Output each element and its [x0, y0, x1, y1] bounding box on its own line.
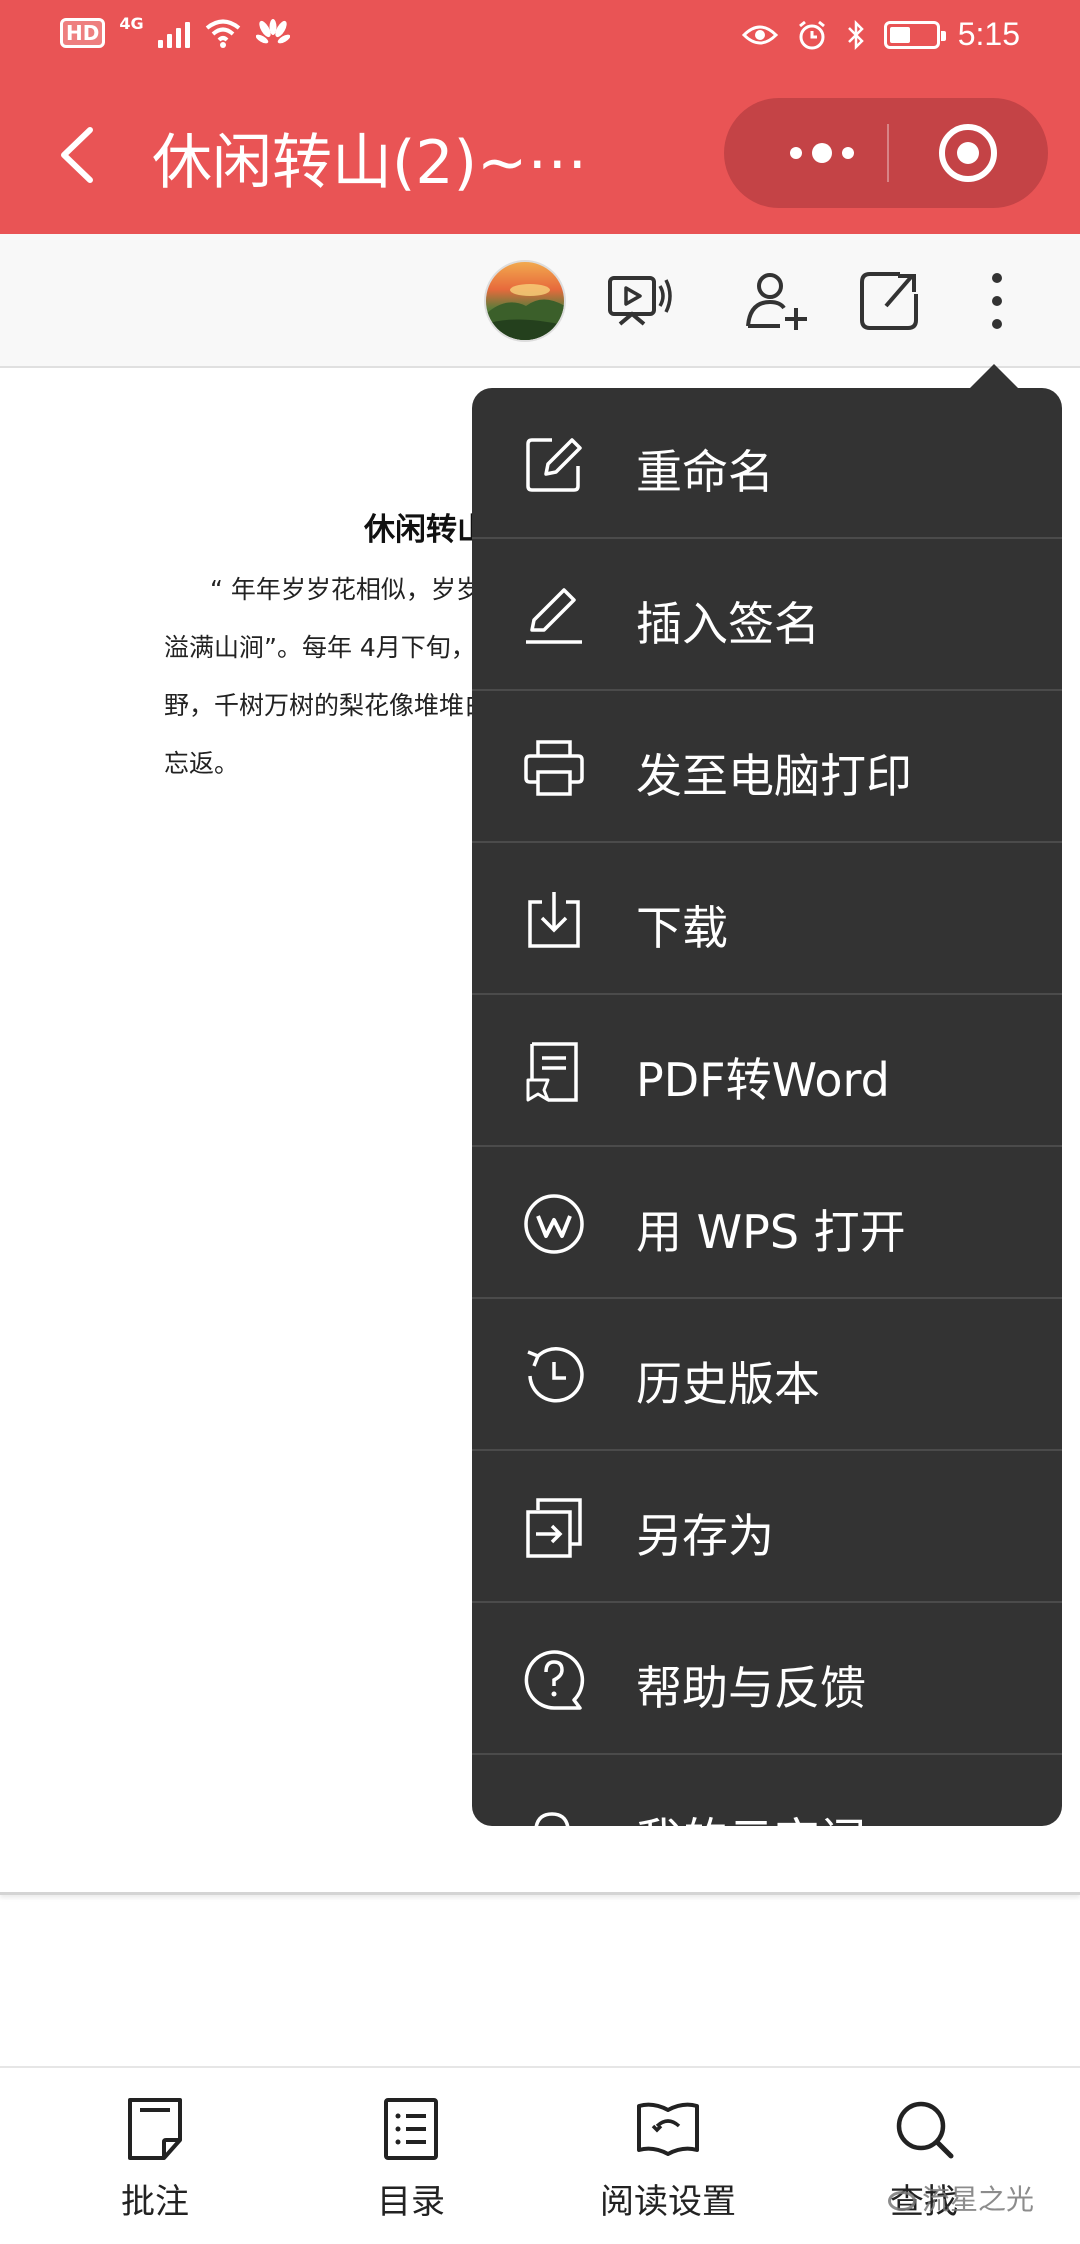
more-options-menu: 重命名 插入签名 发至电脑打印 下载 PDF转Word 用 WPS 打开 历史版…: [472, 388, 1062, 1826]
help-icon: [524, 1650, 585, 1710]
status-bar: HD 4G 5:15: [0, 0, 1080, 74]
pen-icon: [526, 588, 582, 644]
menu-caret: [968, 364, 1020, 390]
menu-item-label: 下载: [636, 901, 728, 955]
menu-item-pdf-to-word[interactable]: PDF转Word: [472, 996, 1062, 1147]
menu-item-help[interactable]: 帮助与反馈: [472, 1604, 1062, 1755]
document-line: 野，千树万树的梨花像堆堆白: [164, 691, 490, 720]
back-arrow-icon[interactable]: [50, 120, 110, 190]
document-toolbar: [0, 234, 1080, 368]
add-user-icon[interactable]: [744, 268, 810, 334]
tab-label: 阅读设置: [600, 2182, 736, 2222]
screen-cast-icon[interactable]: [606, 268, 672, 334]
menu-item-download[interactable]: 下载: [472, 844, 1062, 995]
annotation-icon: [128, 2098, 182, 2160]
menu-item-label: 另存为: [636, 1509, 774, 1563]
document-line: “ 年年岁岁花相似，岁岁: [210, 575, 481, 604]
menu-item-insert-signature[interactable]: 插入签名: [472, 540, 1062, 691]
page-title: 休闲转山(2)~⋯: [152, 128, 588, 198]
capsule-divider: [887, 124, 889, 182]
menu-item-label: 我的云空间: [636, 1804, 866, 1826]
menu-item-print[interactable]: 发至电脑打印: [472, 692, 1062, 843]
alarm-icon: [798, 20, 825, 49]
menu-item-save-as[interactable]: 另存为: [472, 1452, 1062, 1603]
history-icon: [527, 1347, 584, 1403]
tab-label: 批注: [121, 2182, 189, 2222]
huawei-logo-icon: [255, 19, 290, 44]
eye-icon: [741, 25, 778, 44]
search-icon: [896, 2101, 954, 2159]
watermark: 流星之光: [888, 2178, 1034, 2218]
printer-icon: [524, 740, 584, 796]
app-header: HD 4G 5:15 休闲转山(2)~⋯: [0, 0, 1080, 234]
wps-icon: [524, 1194, 584, 1254]
menu-item-label: PDF转Word: [636, 1053, 890, 1107]
close-target-icon[interactable]: [938, 123, 998, 183]
status-time: 5:15: [957, 16, 1020, 52]
network-type: 4G: [119, 13, 144, 33]
menu-item-label: 历史版本: [636, 1357, 820, 1411]
document-line: 忘返。: [164, 749, 240, 778]
document-line: 溢满山涧”。每年 4月下旬，: [164, 633, 476, 662]
menu-item-open-wps[interactable]: 用 WPS 打开: [472, 1148, 1062, 1299]
tab-reading-settings[interactable]: 阅读设置: [568, 2096, 768, 2223]
share-icon[interactable]: [856, 268, 922, 334]
hd-badge: HD: [60, 18, 106, 48]
tab-catalog[interactable]: 目录: [311, 2096, 511, 2223]
menu-item-label: 重命名: [636, 445, 774, 499]
bluetooth-icon: [847, 19, 864, 50]
reading-settings-icon: [637, 2102, 699, 2156]
edit-icon: [526, 438, 582, 492]
tab-annotation[interactable]: 批注: [55, 2096, 255, 2223]
title-bar: 休闲转山(2)~⋯: [0, 80, 1080, 234]
tab-label: 目录: [377, 2182, 445, 2222]
menu-item-history[interactable]: 历史版本: [472, 1300, 1062, 1451]
menu-item-cloud-space[interactable]: 我的云空间: [472, 1756, 1062, 1826]
pdf-to-word-icon: [526, 1042, 578, 1102]
save-as-icon: [526, 1498, 582, 1558]
menu-item-rename[interactable]: 重命名: [472, 388, 1062, 539]
wifi-icon: [205, 19, 240, 48]
signal-icon: [157, 18, 190, 48]
menu-item-label: 发至电脑打印: [636, 749, 912, 803]
cloud-icon: [534, 1812, 570, 1826]
battery-icon: [883, 20, 946, 49]
menu-item-label: 插入签名: [636, 597, 820, 651]
document-title: 休闲转山: [364, 512, 488, 548]
more-vertical-icon[interactable]: [964, 268, 1030, 334]
mini-program-capsule: [724, 98, 1048, 208]
menu-item-label: 帮助与反馈: [636, 1661, 866, 1715]
menu-item-label: 用 WPS 打开: [636, 1205, 906, 1259]
catalog-icon: [384, 2098, 438, 2160]
more-dots-icon[interactable]: [772, 128, 872, 178]
download-icon: [528, 892, 580, 948]
avatar[interactable]: [484, 260, 566, 342]
